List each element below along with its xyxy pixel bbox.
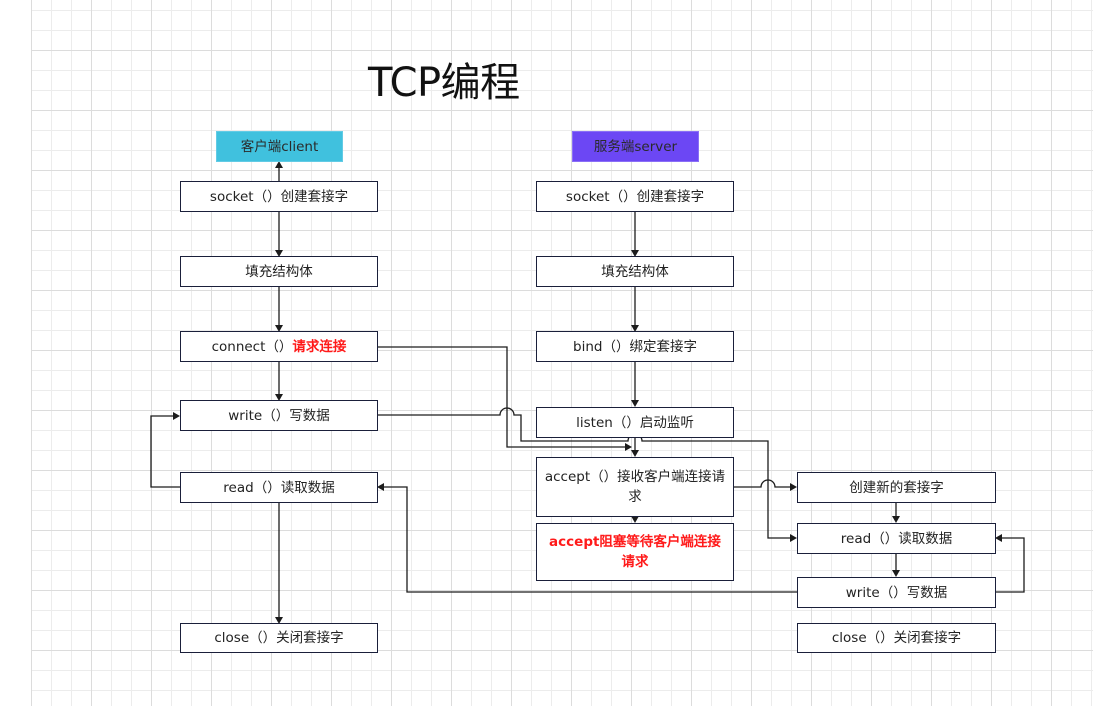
node-call: accept（） [544, 469, 618, 485]
node-desc: 填充结构体 [601, 263, 669, 280]
client-write-node[interactable]: write（） 写数据 [180, 400, 378, 431]
client-socket-node[interactable]: socket（） 创建套接字 [180, 181, 378, 212]
node-desc: 绑定套接字 [629, 338, 697, 355]
node-call: write（） [228, 407, 290, 424]
client-close-node[interactable]: close（） 关闭套接字 [180, 623, 378, 653]
node-desc: 写数据 [906, 584, 948, 601]
node-call: socket（） [209, 188, 281, 205]
node-call: read（） [840, 530, 899, 547]
client-header-label: 客户端client [240, 138, 319, 155]
node-call: read（） [223, 479, 281, 496]
client-read-node[interactable]: read（） 读取数据 [180, 472, 378, 503]
node-desc: 接收客户端连接请求 [617, 469, 726, 505]
node-call: bind（） [573, 338, 630, 355]
server-read-node[interactable]: read（） 读取数据 [797, 523, 996, 554]
node-desc: 关闭套接字 [893, 630, 962, 646]
node-call: connect（） [211, 338, 293, 355]
diagram-title: TCP编程 [368, 60, 520, 106]
node-call: write（） [845, 584, 907, 601]
server-listen-node[interactable]: listen（） 启动监听 [536, 407, 734, 438]
server-bind-node[interactable]: bind（） 绑定套接字 [536, 331, 734, 362]
node-desc: 读取数据 [280, 479, 335, 496]
client-fill-struct-node[interactable]: 填充结构体 [180, 256, 378, 287]
server-write-node[interactable]: write（） 写数据 [797, 577, 996, 608]
node-desc: 关闭套接字 [276, 630, 344, 646]
node-call: socket（） [565, 188, 637, 205]
server-accept-blocking-node[interactable]: accept阻塞等待客户端连接请求 [536, 523, 734, 581]
server-header-label: 服务端server [593, 138, 678, 155]
server-socket-node[interactable]: socket（） 创建套接字 [536, 181, 734, 212]
node-desc: 创建套接字 [280, 188, 349, 205]
node-desc: 读取数据 [898, 530, 953, 547]
node-desc-highlight: accept阻塞等待客户端连接请求 [549, 534, 721, 570]
node-call: listen（） [576, 414, 640, 431]
node-call: close（） [214, 630, 277, 646]
node-desc: 写数据 [289, 407, 330, 424]
server-close-node[interactable]: close（） 关闭套接字 [797, 623, 996, 653]
node-desc: 创建新的套接字 [849, 479, 944, 496]
server-new-socket-node[interactable]: 创建新的套接字 [797, 472, 996, 503]
client-connect-node[interactable]: connect（） 请求连接 [180, 331, 378, 362]
node-desc-highlight: 请求连接 [292, 338, 347, 355]
server-fill-struct-node[interactable]: 填充结构体 [536, 256, 734, 287]
server-header[interactable]: 服务端server [572, 131, 699, 162]
client-header[interactable]: 客户端client [216, 131, 343, 162]
node-desc: 启动监听 [639, 414, 694, 431]
server-accept-node[interactable]: accept（）接收客户端连接请求 [536, 457, 734, 517]
node-call: close（） [831, 630, 894, 646]
node-desc: 创建套接字 [636, 188, 705, 205]
node-desc: 填充结构体 [245, 263, 313, 280]
